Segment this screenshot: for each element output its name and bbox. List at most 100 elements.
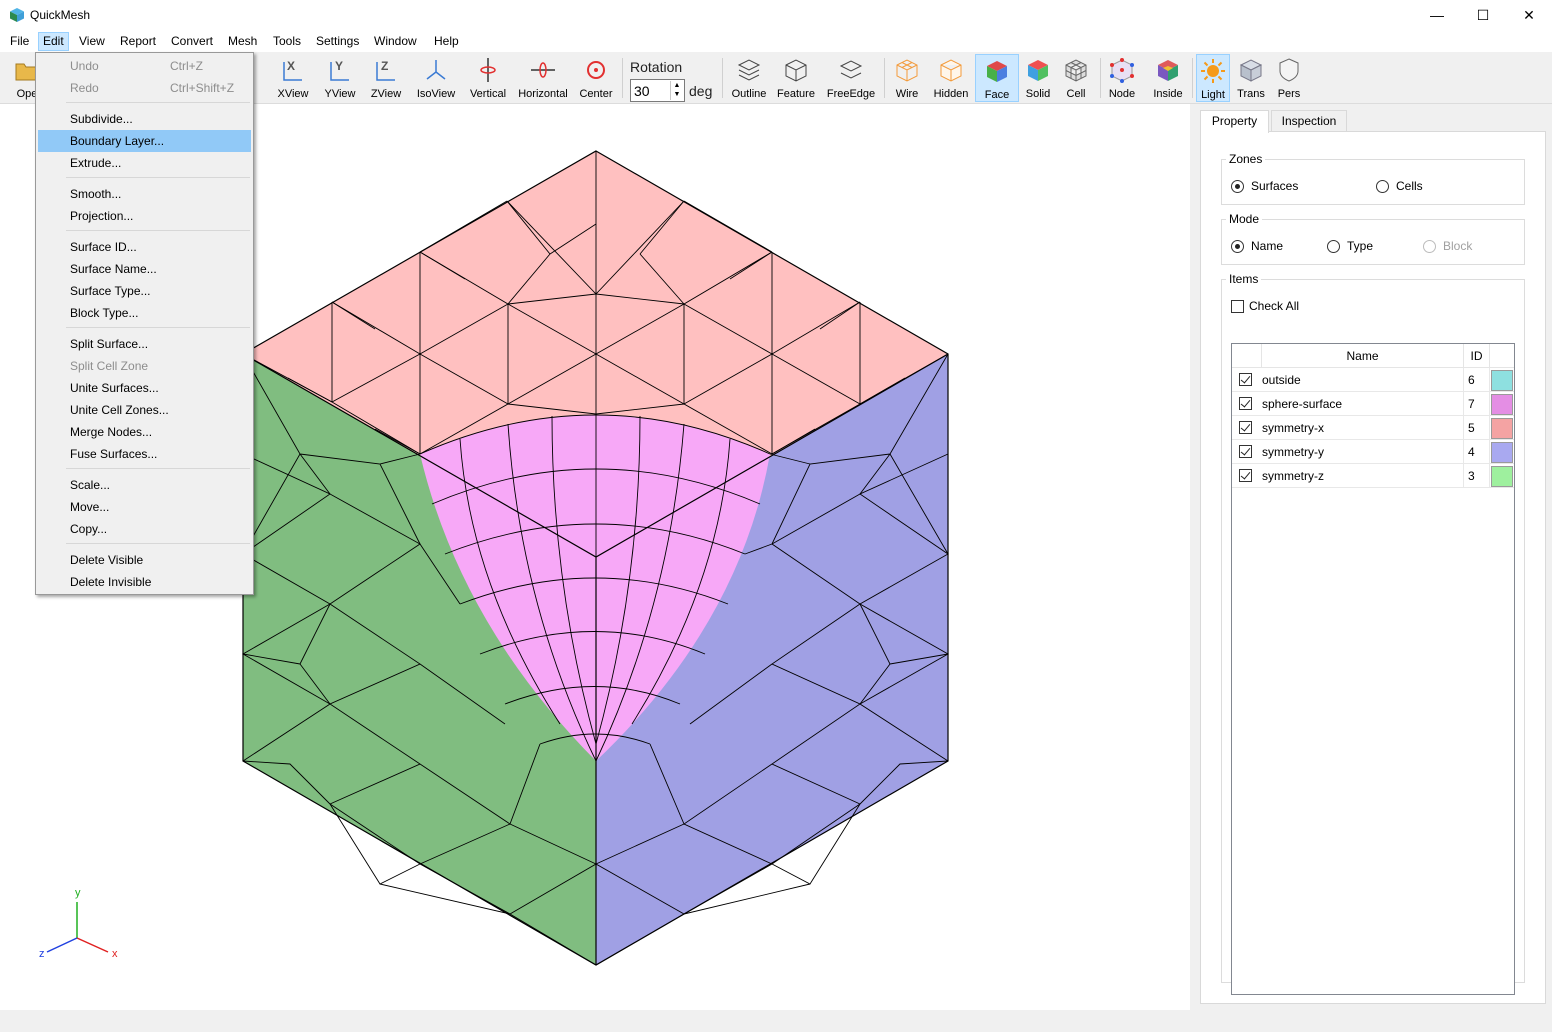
vertical-axis-icon xyxy=(480,58,496,82)
menu-block-type[interactable]: Block Type... xyxy=(38,302,251,324)
pers-button[interactable]: Pers xyxy=(1272,54,1306,102)
menu-scale[interactable]: Scale... xyxy=(38,474,251,496)
hidden-button[interactable]: Hidden xyxy=(930,54,972,102)
row-checkbox[interactable] xyxy=(1239,469,1252,482)
menu-unite-surfaces[interactable]: Unite Surfaces... xyxy=(38,377,251,399)
menu-edit[interactable]: Edit xyxy=(38,32,69,51)
horizontal-button[interactable]: Horizontal xyxy=(516,54,570,102)
rotation-spinbox[interactable]: ▲▼ xyxy=(630,79,685,102)
menu-view[interactable]: View xyxy=(75,32,109,51)
table-header-id[interactable]: ID xyxy=(1464,344,1490,368)
inside-button[interactable]: Inside xyxy=(1148,54,1188,102)
row-checkbox[interactable] xyxy=(1239,373,1252,386)
radio-surfaces[interactable]: Surfaces xyxy=(1231,178,1298,194)
light-button[interactable]: Light xyxy=(1196,54,1230,102)
table-row[interactable]: symmetry-y 4 xyxy=(1232,440,1514,464)
menu-bar: File Edit View Report Convert Mesh Tools… xyxy=(0,30,1552,52)
node-button[interactable]: Node xyxy=(1104,54,1140,102)
menu-tools[interactable]: Tools xyxy=(269,32,305,51)
check-all-checkbox[interactable] xyxy=(1231,300,1244,313)
iso-view-icon xyxy=(426,60,446,80)
table-row[interactable]: outside 6 xyxy=(1232,368,1514,392)
wire-button[interactable]: Wire xyxy=(888,54,926,102)
row-checkbox[interactable] xyxy=(1239,421,1252,434)
center-target-icon xyxy=(587,61,605,79)
menu-fuse-surfaces[interactable]: Fuse Surfaces... xyxy=(38,443,251,465)
spin-arrows-icon[interactable]: ▲ ▼ xyxy=(670,81,683,100)
row-color-swatch[interactable] xyxy=(1491,394,1513,415)
svg-text:X: X xyxy=(287,59,295,73)
xview-button[interactable]: X XView xyxy=(272,54,314,102)
menu-undo: Undo Ctrl+Z xyxy=(70,59,203,73)
rotation-input[interactable] xyxy=(634,82,670,99)
face-cube-icon xyxy=(987,61,1007,82)
table-header-name[interactable]: Name xyxy=(1262,344,1464,368)
yview-button[interactable]: Y YView xyxy=(318,54,362,102)
row-checkbox[interactable] xyxy=(1239,397,1252,410)
freeedge-button[interactable]: FreeEdge xyxy=(824,54,878,102)
menu-separator xyxy=(66,543,250,544)
menu-smooth[interactable]: Smooth... xyxy=(38,183,251,205)
menu-file[interactable]: File xyxy=(6,32,33,51)
radio-type[interactable]: Type xyxy=(1327,238,1373,254)
menu-surface-name[interactable]: Surface Name... xyxy=(38,258,251,280)
menu-surface-id[interactable]: Surface ID... xyxy=(38,236,251,258)
trans-button[interactable]: Trans xyxy=(1234,54,1268,102)
menu-merge-nodes[interactable]: Merge Nodes... xyxy=(38,421,251,443)
menu-report[interactable]: Report xyxy=(116,32,160,51)
menu-boundary-layer[interactable]: Boundary Layer... xyxy=(38,130,251,152)
menu-help[interactable]: Help xyxy=(430,32,463,51)
menu-window[interactable]: Window xyxy=(370,32,421,51)
menu-delete-visible[interactable]: Delete Visible xyxy=(38,549,251,571)
toolbar-separator xyxy=(884,58,885,98)
horizontal-axis-icon xyxy=(531,62,555,78)
table-row[interactable]: sphere-surface 7 xyxy=(1232,392,1514,416)
menu-convert[interactable]: Convert xyxy=(167,32,217,51)
tab-inspection[interactable]: Inspection xyxy=(1271,110,1347,132)
menu-settings[interactable]: Settings xyxy=(312,32,363,51)
menu-copy[interactable]: Copy... xyxy=(38,518,251,540)
edit-dropdown-menu: Undo Ctrl+Z Redo Ctrl+Shift+Z Subdivide...… xyxy=(35,52,254,595)
outline-button[interactable]: Outline xyxy=(728,54,770,102)
face-button[interactable]: Face xyxy=(975,54,1019,102)
center-button[interactable]: Center xyxy=(576,54,616,102)
row-color-swatch[interactable] xyxy=(1491,442,1513,463)
x-view-icon: X xyxy=(283,59,302,81)
close-button[interactable]: ✕ xyxy=(1506,0,1552,30)
cell-button[interactable]: Cell xyxy=(1060,54,1092,102)
menu-move[interactable]: Move... xyxy=(38,496,251,518)
menu-delete-invisible[interactable]: Delete Invisible xyxy=(38,571,251,593)
row-id: 4 xyxy=(1468,445,1475,459)
menu-redo: Redo Ctrl+Shift+Z xyxy=(70,81,235,95)
minimize-button[interactable]: ― xyxy=(1414,0,1460,30)
isoview-button[interactable]: IsoView xyxy=(412,54,460,102)
menu-projection[interactable]: Projection... xyxy=(38,205,251,227)
radio-name[interactable]: Name xyxy=(1231,238,1283,254)
tab-property[interactable]: Property xyxy=(1200,110,1269,133)
feature-button[interactable]: Feature xyxy=(774,54,818,102)
menu-unite-cell-zones[interactable]: Unite Cell Zones... xyxy=(38,399,251,421)
table-row[interactable]: symmetry-z 3 xyxy=(1232,464,1514,488)
row-checkbox[interactable] xyxy=(1239,445,1252,458)
table-row[interactable]: symmetry-x 5 xyxy=(1232,416,1514,440)
row-color-swatch[interactable] xyxy=(1491,466,1513,487)
node-points-icon xyxy=(1110,58,1134,83)
menu-subdivide[interactable]: Subdivide... xyxy=(38,108,251,130)
zview-button[interactable]: Z ZView xyxy=(366,54,406,102)
radio-unchecked-icon xyxy=(1376,180,1389,193)
radio-cells[interactable]: Cells xyxy=(1376,178,1423,194)
menu-mesh[interactable]: Mesh xyxy=(224,32,261,51)
vertical-button[interactable]: Vertical xyxy=(466,54,510,102)
axis-z-label: z xyxy=(39,948,45,960)
radio-disabled-icon xyxy=(1423,240,1436,253)
maximize-button[interactable]: ☐ xyxy=(1460,0,1506,30)
free-edge-icon xyxy=(839,60,863,79)
items-table: Name ID outside 6 sphere-surface 7 symme… xyxy=(1231,343,1515,995)
row-color-swatch[interactable] xyxy=(1491,370,1513,391)
row-color-swatch[interactable] xyxy=(1491,418,1513,439)
menu-surface-type[interactable]: Surface Type... xyxy=(38,280,251,302)
menu-extrude[interactable]: Extrude... xyxy=(38,152,251,174)
solid-button[interactable]: Solid xyxy=(1022,54,1054,102)
app-logo-icon xyxy=(10,8,24,22)
menu-split-surface[interactable]: Split Surface... xyxy=(38,333,251,355)
